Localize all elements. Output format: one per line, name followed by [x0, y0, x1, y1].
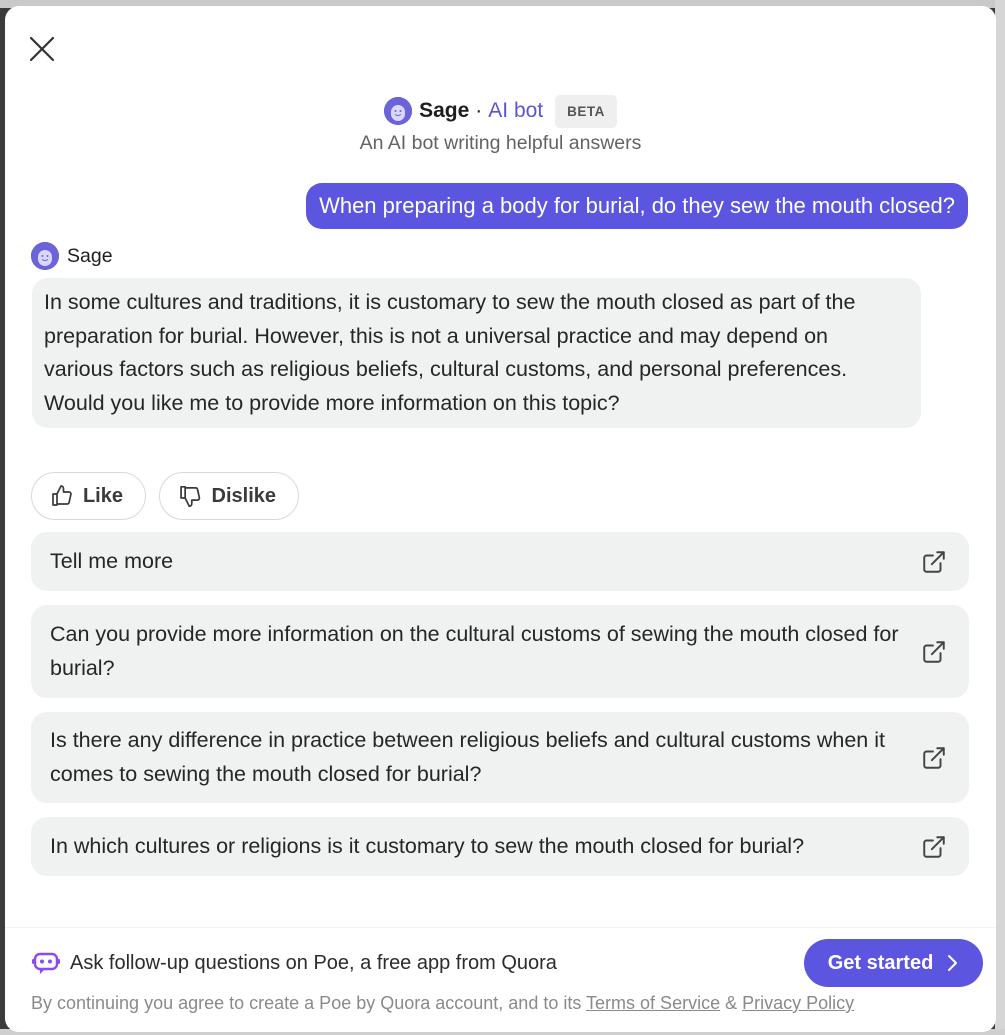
get-started-button[interactable]: Get started — [804, 939, 983, 987]
reaction-buttons: Like Dislike — [31, 472, 299, 520]
poe-promo-footer: Ask follow-up questions on Poe, a free a… — [5, 927, 996, 1032]
suggestion-text: In which cultures or religions is it cus… — [50, 833, 805, 858]
bot-type-link[interactable]: AI bot — [488, 99, 543, 123]
thumbs-down-icon — [180, 485, 201, 508]
sage-avatar-icon — [384, 97, 413, 125]
legal-prefix: By continuing you agree to create a Poe … — [31, 993, 582, 1013]
suggestion-item[interactable]: In which cultures or religions is it cus… — [31, 817, 969, 876]
bot-label-name: Sage — [67, 244, 113, 267]
external-link-icon — [923, 640, 945, 663]
dislike-label: Dislike — [211, 484, 276, 507]
beta-badge: BETA — [555, 94, 617, 128]
like-button[interactable]: Like — [31, 472, 146, 520]
suggested-questions: Tell me more Can you provide more inform… — [31, 532, 969, 890]
suggestion-text: Tell me more — [50, 548, 174, 573]
suggestion-text: Is there any difference in practice betw… — [50, 728, 885, 786]
bot-label: Sage — [31, 242, 113, 270]
legal-ampersand: & — [725, 993, 738, 1013]
answer-modal: Sage · AI bot BETA An AI bot writing hel… — [5, 6, 996, 1032]
close-icon — [29, 36, 55, 62]
user-question-bubble: When preparing a body for burial, do the… — [306, 183, 968, 229]
close-button[interactable] — [27, 34, 57, 64]
external-link-icon — [923, 746, 945, 769]
poe-logo-icon — [32, 952, 60, 974]
thumbs-up-icon — [52, 485, 72, 506]
suggestion-item[interactable]: Tell me more — [31, 532, 969, 591]
suggestion-text: Can you provide more information on the … — [50, 622, 899, 680]
suggestion-item[interactable]: Can you provide more information on the … — [31, 605, 969, 698]
external-link-icon — [923, 550, 945, 573]
bot-answer-bubble: In some cultures and traditions, it is c… — [32, 278, 921, 429]
terms-of-service-link[interactable]: Terms of Service — [586, 993, 720, 1013]
legal-notice: By continuing you agree to create a Poe … — [31, 993, 854, 1014]
external-link-icon — [923, 835, 945, 858]
header-separator: · — [475, 99, 483, 122]
like-label: Like — [82, 484, 123, 507]
bot-name: Sage — [419, 99, 470, 122]
promo-text: Ask follow-up questions on Poe, a free a… — [70, 951, 557, 974]
backdrop-right-edge — [995, 0, 1005, 1035]
sage-avatar-icon — [31, 242, 59, 270]
chevron-right-icon — [948, 955, 958, 971]
get-started-label: Get started — [827, 951, 934, 974]
suggestion-item[interactable]: Is there any difference in practice betw… — [31, 712, 969, 803]
privacy-policy-link[interactable]: Privacy Policy — [742, 993, 854, 1013]
dislike-button[interactable]: Dislike — [159, 472, 299, 520]
bot-subtitle: An AI bot writing helpful answers — [359, 132, 642, 154]
bot-header: Sage · AI bot BETA An AI bot writing hel… — [5, 94, 996, 155]
